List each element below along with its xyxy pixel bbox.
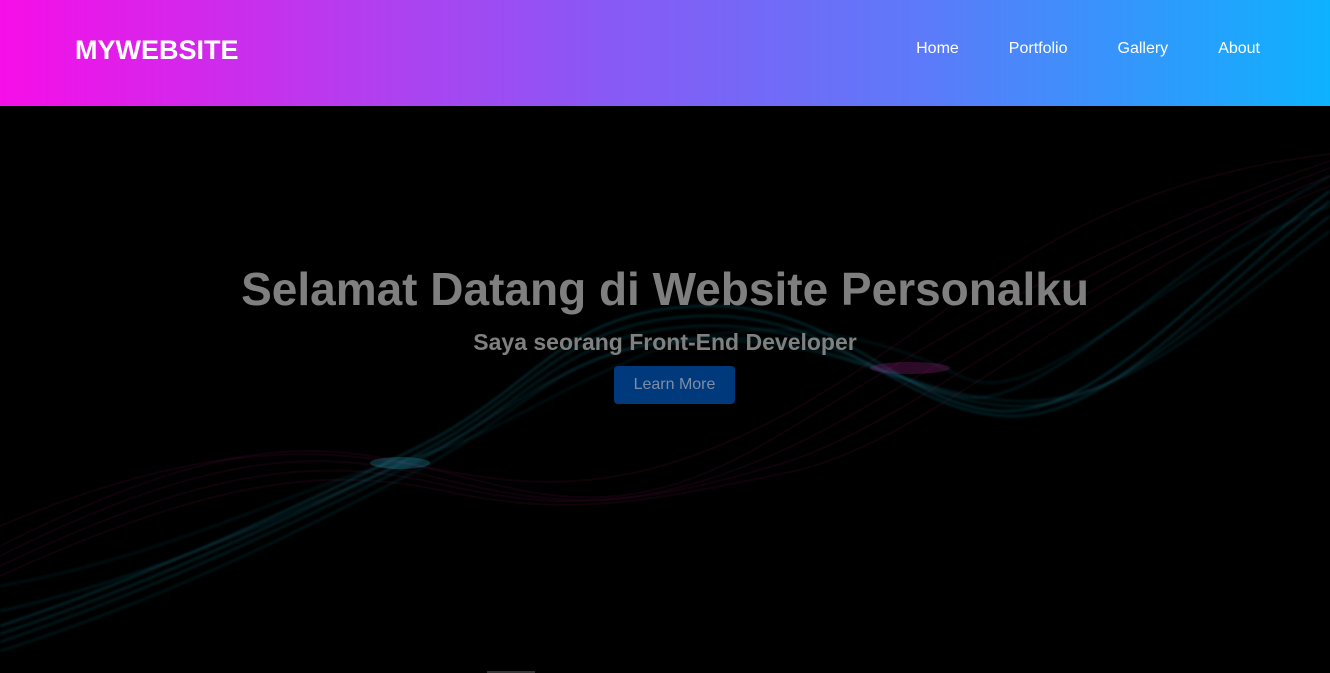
brand-logo[interactable]: MYWEBSITE	[75, 34, 239, 66]
wave-magenta-band	[0, 153, 1330, 577]
nav-link-about[interactable]: About	[1218, 38, 1260, 60]
nav-link-gallery[interactable]: Gallery	[1118, 38, 1169, 60]
wave-cyan-band	[0, 175, 1330, 652]
nav-link-portfolio[interactable]: Portfolio	[1009, 38, 1068, 60]
hero-section: Selamat Datang di Website Personalku Say…	[0, 106, 1330, 673]
learn-more-button[interactable]: Learn More	[614, 366, 735, 404]
navbar: MYWEBSITE Home Portfolio Gallery About	[0, 0, 1330, 106]
nav-menu: Home Portfolio Gallery About	[866, 38, 1260, 60]
hero-subtitle: Saya seorang Front-End Developer	[473, 329, 857, 355]
hero-title: Selamat Datang di Website Personalku	[241, 263, 1089, 315]
nav-link-home[interactable]: Home	[916, 38, 959, 60]
